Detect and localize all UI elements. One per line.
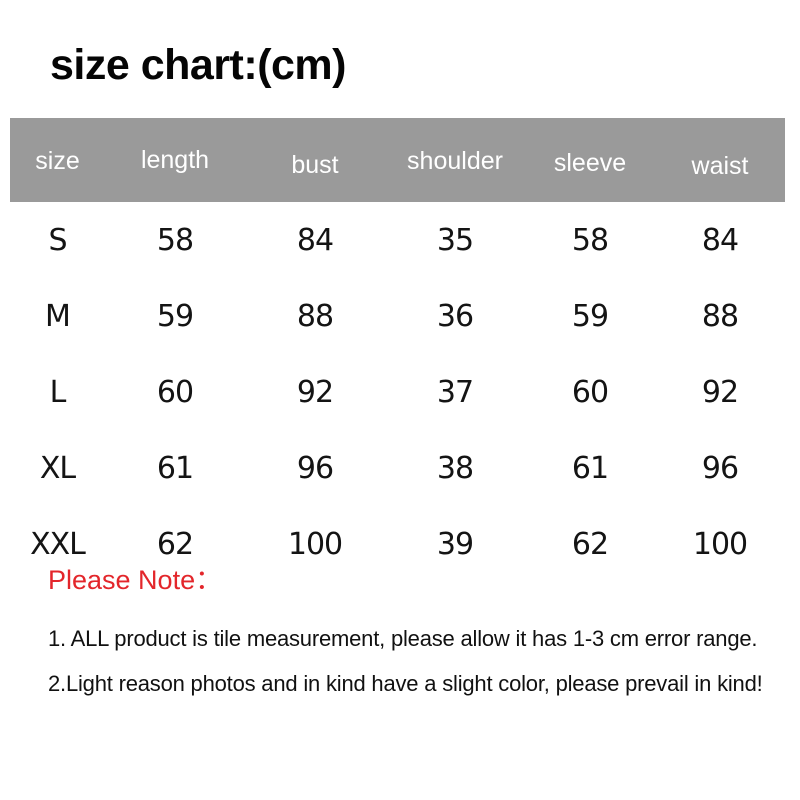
column-header-bust: bust (291, 151, 339, 179)
column-header-shoulder: shoulder (407, 146, 503, 175)
cell-sleeve: 59 (571, 298, 609, 334)
table-row: L 60 92 37 60 92 (10, 354, 785, 430)
cell-waist: 88 (701, 298, 739, 334)
cell-size: XL (39, 450, 76, 486)
size-chart-page: size chart:(cm) size length bust shoulde… (0, 0, 800, 800)
cell-size: M (45, 298, 71, 334)
column-header-size: size (35, 146, 80, 175)
cell-shoulder: 37 (436, 374, 474, 410)
cell-sleeve: 61 (571, 450, 609, 486)
table-row: M 59 88 36 59 88 (10, 278, 785, 354)
cell-waist: 96 (701, 450, 739, 486)
table-header: size length bust shoulder sleeve waist (10, 118, 785, 202)
cell-bust: 92 (296, 374, 334, 410)
cell-shoulder: 36 (436, 298, 474, 334)
cell-length: 59 (156, 298, 194, 334)
cell-bust: 88 (296, 298, 334, 334)
cell-sleeve: 60 (571, 374, 609, 410)
note-item-1: 1. ALL product is tile measurement, plea… (48, 625, 758, 651)
page-title: size chart:(cm) (50, 41, 346, 89)
column-header-length: length (140, 145, 210, 174)
cell-bust: 96 (296, 450, 334, 486)
notes-section: Please Note： 1. ALL product is tile meas… (48, 565, 778, 706)
cell-length: 58 (156, 222, 194, 258)
cell-shoulder: 38 (436, 450, 474, 486)
note-item-2: 2.Light reason photos and in kind have a… (48, 670, 763, 696)
cell-sleeve: 58 (571, 222, 609, 258)
notes-heading: Please Note： (48, 565, 223, 595)
column-header-waist: waist (691, 151, 749, 180)
column-header-sleeve: sleeve (553, 148, 627, 177)
cell-length: 61 (156, 450, 194, 486)
table-row: XL 61 96 38 61 96 (10, 430, 785, 506)
cell-length: 60 (156, 374, 194, 410)
cell-size: S (48, 222, 67, 258)
cell-waist: 84 (701, 222, 739, 258)
cell-waist: 92 (701, 374, 739, 410)
cell-bust: 84 (296, 222, 334, 258)
table-header-row: size length bust shoulder sleeve waist (10, 118, 785, 202)
table-body: S 58 84 35 58 84 M 59 88 36 59 88 L 60 9… (10, 202, 785, 582)
cell-size: L (49, 374, 67, 410)
table-row: S 58 84 35 58 84 (10, 202, 785, 278)
size-chart-table: size length bust shoulder sleeve waist S… (10, 118, 785, 582)
cell-shoulder: 35 (436, 222, 474, 258)
